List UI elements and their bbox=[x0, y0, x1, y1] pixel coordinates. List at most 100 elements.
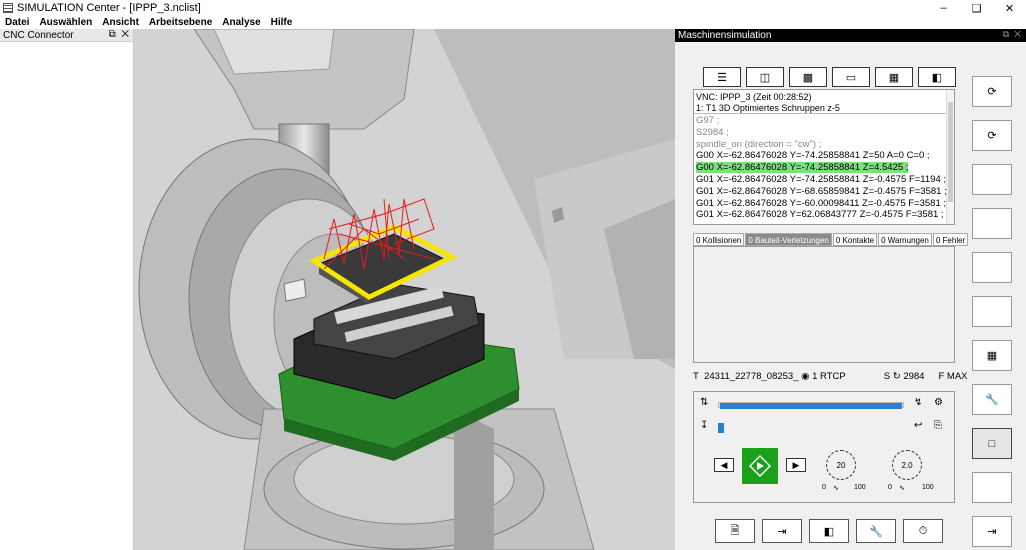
side-button-1[interactable]: ⟳ bbox=[972, 76, 1012, 107]
machine-status: T 24311_22778_08253_ ◉ 1 RTCP S ↻ 2984 F… bbox=[693, 370, 968, 382]
precision-dial[interactable]: 2.0 bbox=[892, 450, 922, 480]
spindle-speed: 2984 bbox=[903, 370, 925, 382]
spindle-label: S bbox=[883, 370, 891, 382]
jump-button[interactable]: ⇥ bbox=[762, 519, 802, 543]
step-back-icon[interactable]: ⇅ bbox=[700, 397, 708, 408]
machine-simulation-panel: Maschinensimulation ⧉ ✕ ☰ ◫ ▩ ▭ ▦ ◧ VNC:… bbox=[675, 29, 1026, 550]
controller-button[interactable]: ◧ bbox=[809, 519, 849, 543]
arrow-left-icon: ◀ bbox=[720, 459, 728, 470]
range-end-icon[interactable]: ↩ bbox=[914, 420, 922, 431]
report-button[interactable]: 🗎 bbox=[715, 519, 755, 543]
code-line[interactable]: G97 ; bbox=[696, 115, 952, 127]
arrow-into-icon: ⇥ bbox=[777, 525, 787, 538]
tool-label: T bbox=[693, 370, 699, 382]
mark-end-icon[interactable]: ↯ bbox=[914, 397, 922, 408]
controller-view-button[interactable]: ◧ bbox=[918, 67, 956, 87]
range-start-icon[interactable]: ↧ bbox=[700, 420, 708, 431]
speed-dial-min: 0 bbox=[822, 484, 826, 491]
nc-code-list[interactable]: VNC: IPPP_3 (Zeit 00:28:52) 1: T1 3D Opt… bbox=[693, 89, 955, 225]
maximize-button[interactable]: ❏ bbox=[960, 0, 993, 16]
progress-slider-fill bbox=[720, 403, 902, 409]
machine-setup-button[interactable]: ▦ bbox=[972, 340, 1012, 371]
rotation-icon: ↻ bbox=[892, 370, 901, 382]
side-button-10[interactable] bbox=[972, 472, 1012, 503]
rotate-icon: ⟳ bbox=[987, 86, 997, 98]
rtcp-number: 1 bbox=[812, 370, 818, 382]
globe-icon: ◉ bbox=[801, 370, 810, 382]
window-title: SIMULATION Center - [IPPP_3.nclist] bbox=[17, 2, 201, 14]
side-button-5[interactable] bbox=[972, 252, 1012, 283]
blank-view-button[interactable]: ▭ bbox=[832, 67, 870, 87]
lines-icon: ☰ bbox=[717, 71, 727, 84]
speed-dial[interactable]: 20 bbox=[826, 450, 856, 480]
precision-dial-max: 100 bbox=[922, 484, 934, 491]
side-button-3[interactable] bbox=[972, 164, 1012, 195]
side-button-6[interactable] bbox=[972, 296, 1012, 327]
side-button-2[interactable]: ⟳ bbox=[972, 120, 1012, 151]
rtcp-label: RTCP bbox=[820, 370, 846, 382]
tab-bauteil-verletzungen[interactable]: 0 Bauteil-Verletzungen bbox=[745, 233, 832, 246]
menu-analyse[interactable]: Analyse bbox=[217, 17, 265, 28]
range-slider-handle[interactable] bbox=[718, 423, 724, 433]
menu-arbeitsebene[interactable]: Arbeitsebene bbox=[144, 17, 217, 28]
play-button[interactable] bbox=[742, 448, 778, 484]
simulation-viewport[interactable] bbox=[134, 29, 675, 550]
step-backward-button[interactable]: ◀ bbox=[714, 458, 734, 472]
panel-title: Maschinensimulation bbox=[678, 30, 772, 41]
clock-icon: ⏱ bbox=[918, 524, 928, 537]
code-line-current[interactable]: G00 X=-62.86476028 Y=-74.25858841 Z=4.54… bbox=[696, 162, 952, 174]
tab-fehler[interactable]: 0 Fehler bbox=[932, 233, 969, 246]
wrench-icon: 🔧 bbox=[869, 525, 883, 538]
result-list bbox=[693, 246, 955, 363]
controller-icon: ◧ bbox=[931, 71, 943, 84]
settings-button[interactable]: 🔧 bbox=[972, 384, 1012, 415]
tab-kollisionen[interactable]: 0 Kollisionen bbox=[693, 233, 745, 246]
document-icon: 🗎 bbox=[730, 524, 740, 537]
clipboard-icon[interactable]: ⎘ bbox=[934, 420, 942, 431]
precision-dial-value: 2.0 bbox=[901, 460, 913, 470]
code-line[interactable]: G01 X=-62.86476028 Y=62.06843777 Z=-0.45… bbox=[696, 209, 952, 221]
side-toolbar: ⟳ ⟳ ▦ 🔧 □ ⇥ bbox=[972, 76, 1012, 547]
tool-view-button[interactable]: ◫ bbox=[746, 67, 784, 87]
side-button-4[interactable] bbox=[972, 208, 1012, 239]
title-bar: SIMULATION Center - [IPPP_3.nclist] – ❏ … bbox=[0, 0, 1026, 16]
code-view-button[interactable]: ☰ bbox=[703, 67, 741, 87]
app-icon bbox=[3, 3, 13, 13]
machine-icon: ▦ bbox=[986, 350, 998, 362]
step-forward-button[interactable]: ▶ bbox=[786, 458, 806, 472]
panel-controls[interactable]: ⧉ ✕ bbox=[1003, 29, 1021, 40]
menu-hilfe[interactable]: Hilfe bbox=[266, 17, 298, 28]
code-line[interactable]: G01 X=-62.86476028 Y=-68.65859841 Z=-0.4… bbox=[696, 186, 952, 198]
menu-ansicht[interactable]: Ansicht bbox=[97, 17, 144, 28]
panel-controls[interactable]: ⧉ ✕ bbox=[109, 29, 129, 40]
code-header-line: VNC: IPPP_3 (Zeit 00:28:52) bbox=[696, 92, 812, 102]
menu-datei[interactable]: Datei bbox=[0, 17, 34, 28]
cnc-connector-panel: CNC Connector ⧉ ✕ bbox=[0, 29, 134, 550]
code-line[interactable]: G01 X=-62.86476028 Y=-60.00098411 Z=-0.4… bbox=[696, 198, 952, 210]
close-button[interactable]: ✕ bbox=[993, 0, 1026, 16]
loop-button[interactable]: □ bbox=[972, 428, 1012, 459]
result-tabs: 0 Kollisionen 0 Bauteil-Verletzungen 0 K… bbox=[693, 233, 969, 246]
code-line[interactable]: G01 X=-62.86476028 Y=-74.25858841 Z=-0.4… bbox=[696, 174, 952, 186]
minimize-button[interactable]: – bbox=[927, 0, 960, 16]
code-scrollbar[interactable] bbox=[946, 90, 954, 224]
hatch-icon: ▩ bbox=[802, 71, 814, 84]
exit-button[interactable]: ⇥ bbox=[972, 516, 1012, 547]
tool-name: 24311_22778_08253_ bbox=[704, 370, 799, 382]
machine-view-button[interactable]: ▦ bbox=[875, 67, 913, 87]
tab-kontakte[interactable]: 0 Kontakte bbox=[832, 233, 878, 246]
machine-3d-scene[interactable] bbox=[134, 29, 675, 550]
settings-flag-icon[interactable]: ⚙ bbox=[934, 397, 943, 408]
timer-button[interactable]: ⏱ bbox=[903, 519, 943, 543]
precision-mode-icon: ∿ bbox=[899, 485, 905, 492]
menu-auswaehlen[interactable]: Auswählen bbox=[34, 17, 97, 28]
play-diamond-icon bbox=[749, 455, 771, 477]
tool-settings-button[interactable]: 🔧 bbox=[856, 519, 896, 543]
tab-warnungen[interactable]: 0 Warnungen bbox=[878, 233, 932, 246]
code-line[interactable]: G00 X=-62.86476028 Y=-74.25858841 Z=50 A… bbox=[696, 150, 952, 162]
speed-mode-icon: ∿ bbox=[833, 485, 839, 492]
range-slider-track[interactable] bbox=[718, 426, 904, 432]
code-line[interactable]: spindle_on (direction = "cw") ; bbox=[696, 139, 952, 151]
stock-view-button[interactable]: ▩ bbox=[789, 67, 827, 87]
code-line[interactable]: S2984 ; bbox=[696, 127, 952, 139]
